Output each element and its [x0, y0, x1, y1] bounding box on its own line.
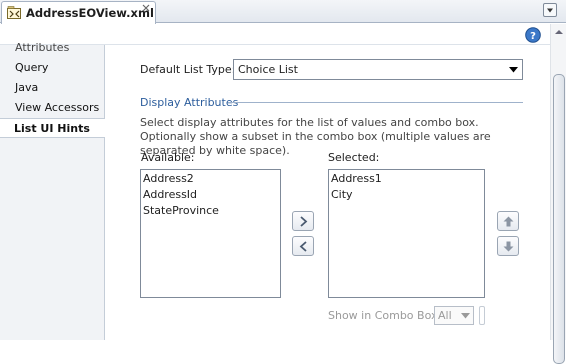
help-icon[interactable]: ? [525, 27, 541, 43]
move-up-icon [503, 216, 514, 227]
default-list-type-select[interactable]: Choice List [233, 59, 523, 80]
section-title: Display Attributes [140, 96, 239, 109]
show-in-combo-label: Show in Combo Box: [328, 309, 442, 322]
move-left-button[interactable] [292, 236, 314, 256]
list-item[interactable]: Address2 [143, 172, 194, 185]
sidebar-item-list-ui-hints[interactable]: List UI Hints [0, 118, 105, 138]
default-list-type-value: Choice List [238, 63, 298, 76]
tab-list-icon[interactable] [543, 3, 557, 17]
show-in-combo-select[interactable]: All [434, 306, 474, 325]
sidebar: Attributes Query Java View Accessors Lis… [0, 41, 105, 340]
move-up-button[interactable] [497, 211, 519, 231]
chevron-down-icon [461, 313, 470, 319]
default-list-type-label: Default List Type: [140, 63, 236, 76]
combo-count-spinner[interactable] [479, 306, 485, 325]
chevron-down-icon [509, 67, 518, 73]
list-item[interactable]: Address1 [331, 172, 382, 185]
available-label: Available: [141, 151, 195, 164]
list-item[interactable]: City [331, 188, 353, 201]
selected-list[interactable]: Address1 City [328, 169, 485, 298]
section-divider [231, 102, 523, 103]
list-item[interactable]: StateProvince [143, 204, 219, 217]
available-list[interactable]: Address2 AddressId StateProvince [140, 169, 281, 298]
scroll-up-icon[interactable] [555, 28, 563, 36]
move-right-button[interactable] [292, 211, 314, 231]
move-left-icon [299, 241, 307, 252]
show-in-combo-value: All [438, 309, 452, 322]
editor-tab-bar: AddressEOView.xml [0, 0, 566, 24]
sidebar-item-view-accessors[interactable]: View Accessors [0, 98, 104, 118]
move-down-button[interactable] [497, 236, 519, 256]
editor-tab[interactable]: AddressEOView.xml [1, 1, 156, 24]
svg-text:?: ? [530, 31, 536, 42]
move-down-icon [503, 241, 514, 252]
sidebar-item-query[interactable]: Query [0, 58, 104, 78]
vertical-scrollbar[interactable] [550, 24, 566, 364]
move-right-icon [300, 216, 308, 227]
tab-title: AddressEOView.xml [26, 6, 154, 20]
close-icon[interactable] [142, 4, 152, 14]
sidebar-item-java[interactable]: Java [0, 78, 104, 98]
sidebar-item-attributes[interactable]: Attributes [0, 38, 104, 58]
selected-label: Selected: [328, 151, 380, 164]
list-item[interactable]: AddressId [143, 188, 197, 201]
scrollbar-thumb[interactable] [553, 74, 565, 364]
xml-file-icon [7, 6, 21, 19]
